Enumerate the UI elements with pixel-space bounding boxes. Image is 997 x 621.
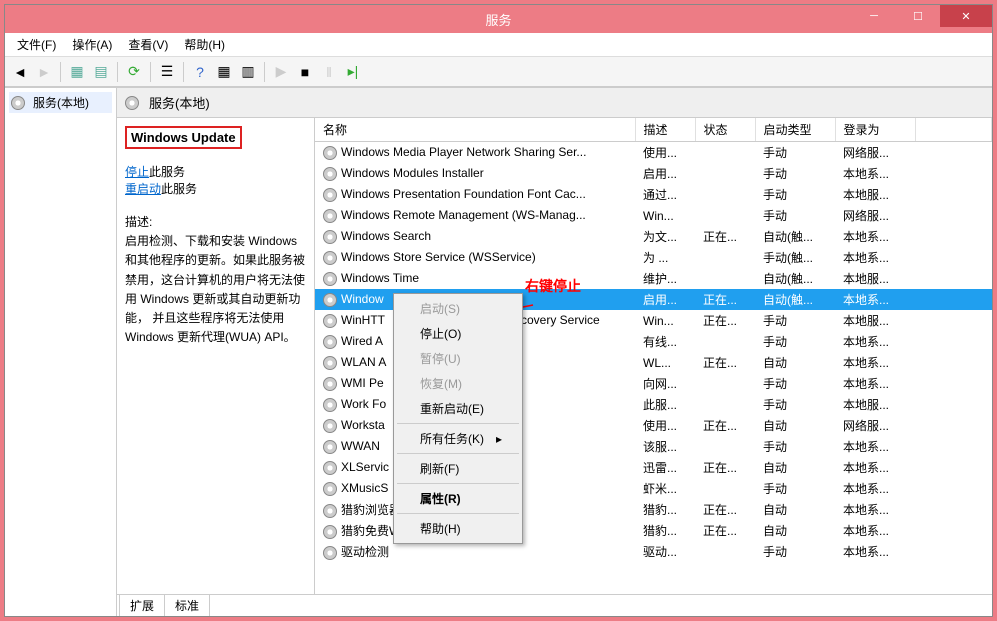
- tree-pane: 服务(本地): [5, 88, 117, 616]
- col-name[interactable]: 名称: [315, 118, 635, 142]
- window-title: 服务: [485, 10, 511, 29]
- toolbar-icon-2[interactable]: ▥: [237, 61, 259, 83]
- table-row[interactable]: 驱动检测驱动...手动本地系...: [315, 541, 992, 562]
- selected-service-name: Windows Update: [125, 126, 242, 149]
- table-row[interactable]: Windows Search为文...正在...自动(触...本地系...: [315, 226, 992, 247]
- gear-icon: [323, 335, 337, 349]
- tree-root-label: 服务(本地): [33, 94, 89, 111]
- context-menu: 启动(S)停止(O)暂停(U)恢复(M)重新启动(E) 所有任务(K)▸ 刷新(F)…: [393, 293, 523, 544]
- maximize-button[interactable]: ☐: [896, 5, 940, 27]
- titlebar: 服务 ─ ☐ ✕: [5, 5, 992, 33]
- desc-text: 启用检测、下载和安装 Windows 和其他程序的更新。如果此服务被禁用，这台计…: [125, 232, 306, 347]
- context-menu-item: 恢复(M): [396, 371, 520, 396]
- context-menu-item[interactable]: 刷新(F): [396, 456, 520, 481]
- col-spacer: [915, 118, 992, 142]
- close-button[interactable]: ✕: [940, 5, 992, 27]
- gear-icon: [323, 230, 337, 244]
- stop-icon[interactable]: ■: [294, 61, 316, 83]
- gear-icon: [323, 356, 337, 370]
- gear-icon: [323, 314, 337, 328]
- context-menu-item[interactable]: 帮助(H): [396, 516, 520, 541]
- toolbar: ◄ ► ▦ ▤ ⟳ ☰ ? ▦ ▥ ▶ ■ ‖ ▸|: [5, 57, 992, 87]
- minimize-button[interactable]: ─: [852, 5, 896, 27]
- table-row[interactable]: Windows Presentation Foundation Font Cac…: [315, 184, 992, 205]
- context-menu-item: 暂停(U): [396, 346, 520, 371]
- gear-icon: [323, 525, 337, 539]
- col-login[interactable]: 登录为: [835, 118, 915, 142]
- gear-icon: [323, 461, 337, 475]
- gear-icon: [323, 188, 337, 202]
- gear-icon: [323, 251, 337, 265]
- content-header-label: 服务(本地): [149, 93, 210, 112]
- gear-icon: [323, 546, 337, 560]
- gear-icon: [323, 167, 337, 181]
- gear-icon: [323, 146, 337, 160]
- annotation-text: 右键停止: [525, 276, 581, 296]
- services-list[interactable]: 名称 描述 状态 启动类型 登录为 Windows Media Player N…: [315, 118, 992, 594]
- gear-icon: [323, 419, 337, 433]
- detail-pane: Windows Update 停止此服务 重启动此服务 描述: 启用检测、下载和…: [117, 118, 315, 594]
- menu-file[interactable]: 文件(F): [9, 34, 64, 55]
- tree-root[interactable]: 服务(本地): [9, 92, 112, 113]
- context-menu-item[interactable]: 重新启动(E): [396, 396, 520, 421]
- table-row[interactable]: Windows Store Service (WSService)为 ...手动…: [315, 247, 992, 268]
- col-status[interactable]: 状态: [695, 118, 755, 142]
- split-view: Windows Update 停止此服务 重启动此服务 描述: 启用检测、下载和…: [117, 118, 992, 594]
- desc-label: 描述:: [125, 213, 306, 232]
- table-row[interactable]: Windows Time维护...自动(触...本地服...: [315, 268, 992, 289]
- gear-icon: [323, 482, 337, 496]
- gear-icon: [323, 293, 337, 307]
- gear-icon: [11, 96, 25, 110]
- content-pane: 服务(本地) Windows Update 停止此服务 重启动此服务 描述: 启…: [117, 88, 992, 616]
- col-desc[interactable]: 描述: [635, 118, 695, 142]
- back-icon[interactable]: ◄: [9, 61, 31, 83]
- service-description: 描述: 启用检测、下载和安装 Windows 和其他程序的更新。如果此服务被禁用…: [125, 213, 306, 347]
- service-actions: 停止此服务 重启动此服务: [125, 163, 306, 197]
- export-icon[interactable]: ▤: [90, 61, 112, 83]
- table-row[interactable]: Windows Media Player Network Sharing Ser…: [315, 142, 992, 164]
- main-area: 服务(本地) 服务(本地) Windows Update 停止此服务 重启动此服…: [5, 87, 992, 616]
- col-startup[interactable]: 启动类型: [755, 118, 835, 142]
- properties-icon[interactable]: ☰: [156, 61, 178, 83]
- menu-help[interactable]: 帮助(H): [176, 34, 233, 55]
- window-controls: ─ ☐ ✕: [852, 5, 992, 27]
- context-menu-item: 启动(S): [396, 296, 520, 321]
- table-row[interactable]: Windows Modules Installer启用...手动本地系...: [315, 163, 992, 184]
- toolbar-icon-1[interactable]: ▦: [213, 61, 235, 83]
- play-icon[interactable]: ▶: [270, 61, 292, 83]
- services-window: 服务 ─ ☐ ✕ 文件(F) 操作(A) 查看(V) 帮助(H) ◄ ► ▦ ▤…: [4, 4, 993, 617]
- tab-extended[interactable]: 扩展: [119, 595, 165, 617]
- context-menu-item[interactable]: 停止(O): [396, 321, 520, 346]
- help-icon[interactable]: ?: [189, 61, 211, 83]
- view-tabs: 扩展 标准: [117, 594, 992, 616]
- gear-icon: [323, 504, 337, 518]
- restart-icon[interactable]: ▸|: [342, 61, 364, 83]
- context-menu-item[interactable]: 所有任务(K)▸: [396, 426, 520, 451]
- gear-icon: [323, 272, 337, 286]
- show-hide-icon[interactable]: ▦: [66, 61, 88, 83]
- gear-icon: [323, 440, 337, 454]
- tab-standard[interactable]: 标准: [164, 595, 210, 617]
- pause-icon[interactable]: ‖: [318, 61, 340, 83]
- refresh-icon[interactable]: ⟳: [123, 61, 145, 83]
- menubar: 文件(F) 操作(A) 查看(V) 帮助(H): [5, 33, 992, 57]
- restart-link[interactable]: 重启动: [125, 182, 161, 196]
- forward-icon[interactable]: ►: [33, 61, 55, 83]
- stop-link[interactable]: 停止: [125, 165, 149, 179]
- gear-icon: [323, 398, 337, 412]
- context-menu-item[interactable]: 属性(R): [396, 486, 520, 511]
- gear-icon: [323, 377, 337, 391]
- content-header: 服务(本地): [117, 88, 992, 118]
- gear-icon: [125, 96, 139, 110]
- menu-view[interactable]: 查看(V): [120, 34, 176, 55]
- menu-action[interactable]: 操作(A): [64, 34, 120, 55]
- table-row[interactable]: Windows Remote Management (WS-Manag...Wi…: [315, 205, 992, 226]
- gear-icon: [323, 209, 337, 223]
